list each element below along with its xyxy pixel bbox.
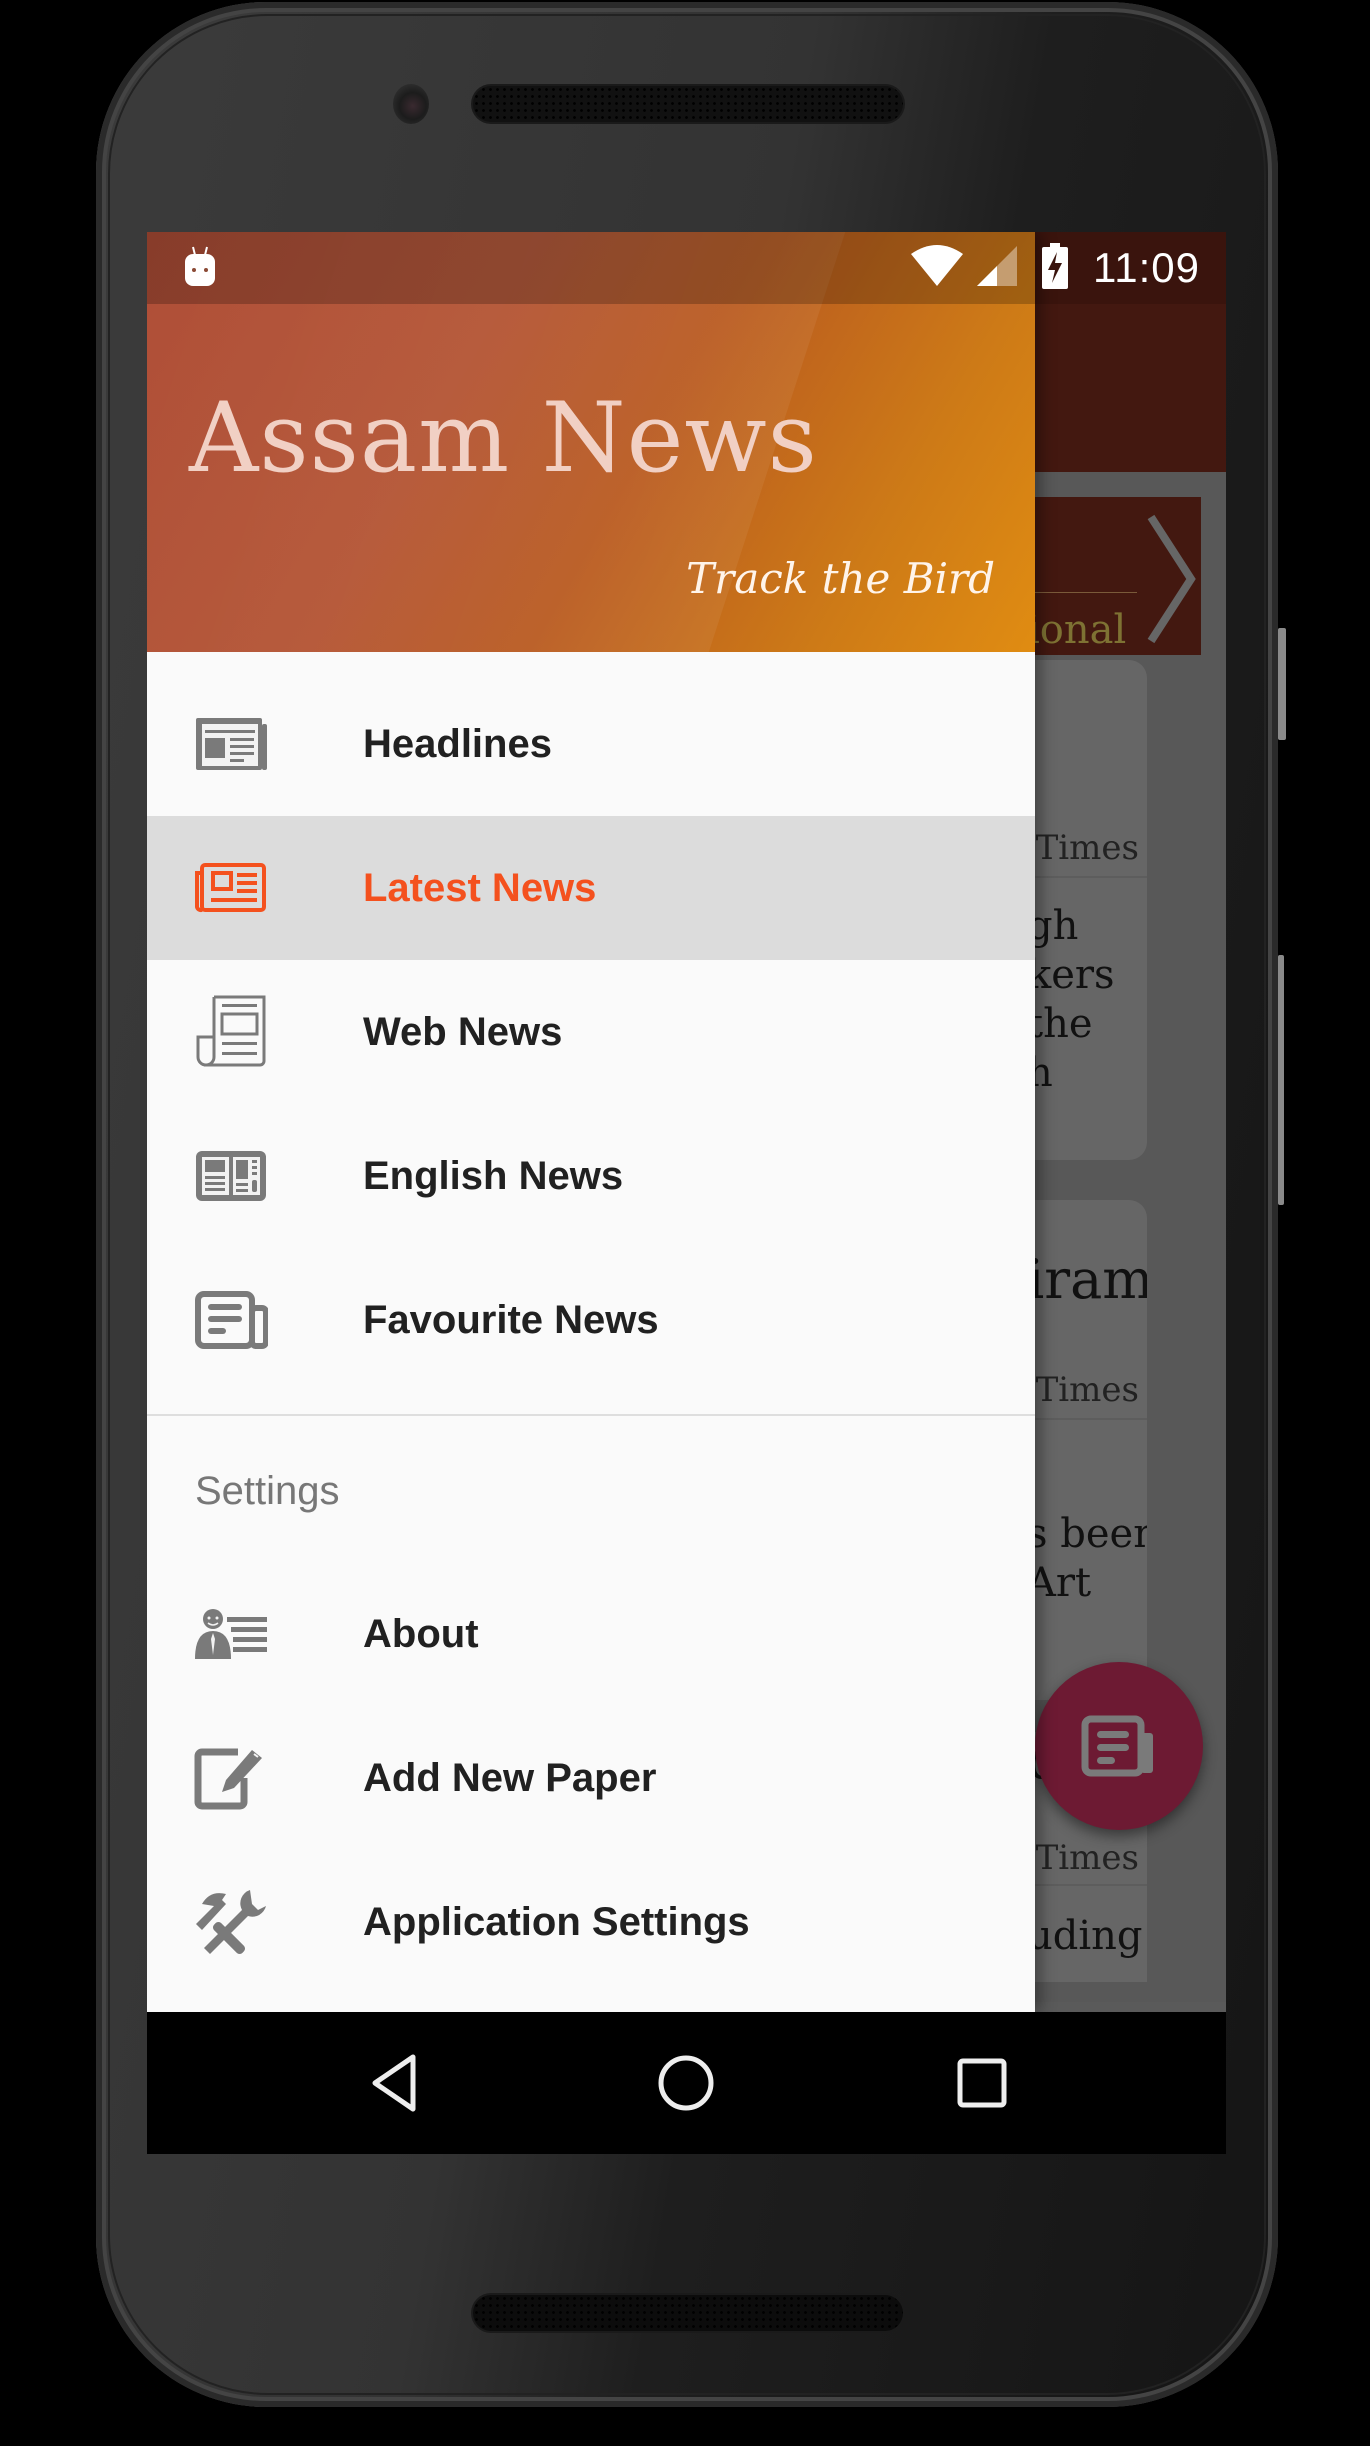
- favourite-news-icon: [193, 1288, 269, 1352]
- app-title: Assam News: [189, 382, 818, 494]
- about-person-icon: [193, 1602, 269, 1666]
- cell-signal-icon: [975, 244, 1019, 293]
- card-separator: [1027, 1884, 1147, 1886]
- recents-icon: [957, 2058, 1007, 2108]
- menu-item-label: Headlines: [363, 721, 552, 766]
- menu-item-application-settings[interactable]: Application Settings: [147, 1850, 1035, 1994]
- power-button: [1278, 628, 1286, 740]
- menu-item-label: Latest News: [363, 865, 597, 910]
- status-clock: 11:09: [1093, 244, 1200, 291]
- english-news-icon: [193, 1144, 269, 1208]
- nav-back-button[interactable]: [359, 2050, 429, 2116]
- card-separator: [1027, 876, 1147, 878]
- news-snippet: uding: [1027, 1913, 1143, 1959]
- drawer-menu: Headlines Latest News Web News English N…: [147, 652, 1035, 1994]
- bottom-speaker-grille: [473, 2295, 903, 2331]
- newspaper-icon: [193, 712, 269, 776]
- background-news-card: iram m Times s been Art: [1027, 1200, 1147, 1700]
- navigation-drawer: Assam News Track the Bird Headlines Late…: [147, 232, 1035, 2012]
- news-source: m Times: [1027, 1838, 1139, 1878]
- menu-item-latest-news[interactable]: Latest News: [147, 816, 1035, 960]
- edit-icon: [193, 1746, 269, 1810]
- status-bar: 11:09: [147, 232, 1226, 304]
- nav-home-button[interactable]: [651, 2050, 721, 2116]
- tools-icon: [193, 1890, 269, 1955]
- menu-item-english-news[interactable]: English News: [147, 1104, 1035, 1248]
- android-notification-icon: [183, 246, 217, 293]
- news-snippet: s been Art: [1027, 1511, 1147, 1606]
- menu-item-add-new-paper[interactable]: Add New Paper: [147, 1706, 1035, 1850]
- menu-item-label: Favourite News: [363, 1297, 659, 1342]
- news-title: iram: [1027, 1248, 1147, 1311]
- menu-item-label: About: [363, 1611, 479, 1656]
- menu-item-headlines[interactable]: Headlines: [147, 672, 1035, 816]
- background-category-tabs: ional: [1027, 497, 1201, 655]
- screen: ional m Times gh kers the h iram m Times…: [147, 232, 1226, 2154]
- chevron-right-icon: [1147, 514, 1196, 644]
- news-source: m Times: [1027, 1370, 1139, 1410]
- menu-item-label: Web News: [363, 1009, 563, 1054]
- latest-news-icon: [193, 856, 269, 920]
- menu-item-favourite-news[interactable]: Favourite News: [147, 1248, 1035, 1392]
- menu-item-about[interactable]: About: [147, 1562, 1035, 1706]
- status-icons: 11:09: [909, 232, 1200, 304]
- tab-underline: [1027, 592, 1137, 593]
- top-speaker-grille: [473, 86, 903, 122]
- battery-charging-icon: [1041, 242, 1069, 294]
- home-icon: [658, 2055, 714, 2111]
- app-tagline: Track the Bird: [686, 554, 995, 603]
- news-source: m Times: [1027, 828, 1139, 868]
- category-tab-label: ional: [1027, 607, 1127, 653]
- volume-rocker: [1278, 955, 1284, 1205]
- news-snippet: gh kers the h: [1027, 903, 1115, 1096]
- fab-news-button[interactable]: [1035, 1662, 1203, 1830]
- card-separator: [1027, 1418, 1147, 1420]
- menu-item-label: English News: [363, 1153, 624, 1198]
- background-news-card: m Times gh kers the h: [1027, 660, 1147, 1160]
- front-camera: [393, 84, 429, 124]
- back-icon: [372, 2054, 416, 2112]
- web-news-icon: [193, 995, 269, 1067]
- system-nav-bar: [147, 2012, 1226, 2154]
- settings-section-header: Settings: [195, 1468, 340, 1513]
- wifi-icon: [909, 244, 965, 293]
- nav-recents-button[interactable]: [947, 2050, 1017, 2116]
- newspaper-icon: [1081, 1715, 1153, 1777]
- menu-item-label: Add New Paper: [363, 1755, 657, 1800]
- menu-item-label: Application Settings: [363, 1899, 750, 1944]
- menu-item-web-news[interactable]: Web News: [147, 960, 1035, 1104]
